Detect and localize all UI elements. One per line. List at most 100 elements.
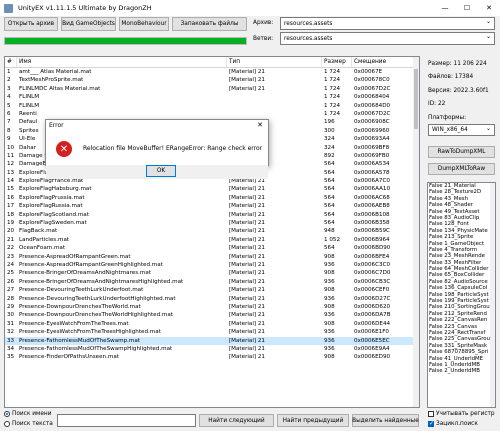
table-cell: 0x0006A578 <box>354 169 390 176</box>
table-cell: [Material] 21 <box>229 245 265 252</box>
table-cell: FlagBack.mat <box>19 228 58 235</box>
table-row[interactable]: 5 FLINLM 1 724 0x000684D0 <box>5 102 419 110</box>
case-sensitive-checkbox[interactable] <box>428 411 434 417</box>
table-cell: [Material] 21 <box>229 337 265 344</box>
table-row[interactable]: 23 Presence-AspreadOfRampantGreen.mat [Mat… <box>5 253 419 261</box>
table-row[interactable]: 25 Presence-BringerOfDreamsAndNightmares.… <box>5 269 419 277</box>
pack-files-button[interactable]: Запаковать файлы <box>172 17 247 31</box>
col-header-index[interactable]: # <box>5 57 17 67</box>
search-text-radio[interactable] <box>4 421 10 427</box>
table-cell: 17 <box>7 203 15 210</box>
dialog-ok-button[interactable]: OK <box>146 165 176 177</box>
table-cell: 0x00069960 <box>354 127 390 134</box>
table-row[interactable]: 32 Presence-EyesWatchFromTheTreesHighligh… <box>5 328 419 336</box>
autoscroll-checkbox[interactable] <box>428 420 434 427</box>
close-button[interactable]: ✕ <box>478 0 500 16</box>
table-cell: 0x0006E9A4 <box>354 345 390 352</box>
table-cell: FLINLM <box>19 102 40 109</box>
table-row[interactable]: 17 ExploreFlagRussia.mat [Material] 21 564 0… <box>5 202 419 210</box>
table-cell: 1 724 <box>324 110 341 117</box>
table-cell: [Material] 21 <box>229 287 265 294</box>
list-item[interactable]: False 687078895_Spri <box>428 349 495 355</box>
table-row[interactable]: 24 Presence-AspreadOfRampantGreenHighligh… <box>5 261 419 269</box>
file-grid[interactable]: # Имя Тип Размер Смещение 1 amt___ Atlas … <box>4 56 420 408</box>
raw-to-dumpxml-button[interactable]: RawToDumpXML <box>428 146 495 158</box>
grid-scroll-thumb[interactable] <box>414 69 418 129</box>
table-row[interactable]: 33 Presence-FathomlessMudOfTheSwamp.mat [M… <box>5 336 419 345</box>
find-prev-button[interactable]: Найти предыдущий <box>277 414 349 427</box>
archive-select[interactable]: resources.assets ⌄ <box>280 17 495 30</box>
table-row[interactable]: 27 Presence-DevouringTeethLurkUnderfoot.m… <box>5 286 419 294</box>
minimize-button[interactable]: — <box>434 0 456 16</box>
table-cell: 908 <box>324 320 335 327</box>
col-header-name[interactable]: Имя <box>17 57 227 67</box>
platform-select[interactable]: WIN_x86_64 ⌄ <box>428 124 495 136</box>
table-cell: 0x0006DA7B <box>354 312 391 319</box>
table-cell: 2 <box>7 77 11 84</box>
table-row[interactable]: 15 ExploreFlagHabsburg.mat [Material] 21 56… <box>5 185 419 193</box>
grid-scrollbar[interactable] <box>413 57 419 407</box>
table-row[interactable]: 34 Presence-FathomlessMudOfTheSwampHighli… <box>5 345 419 353</box>
table-cell: 3 <box>7 85 11 92</box>
type-filter-list[interactable]: False 21_Material False 28_Texture2D False… <box>427 182 496 408</box>
table-cell: 0x0006CEF0 <box>354 287 390 294</box>
table-cell: 11 <box>7 152 15 159</box>
list-item[interactable]: False 2_UnderldMB <box>428 368 495 374</box>
table-row[interactable]: 26 Presence-BringerOfDreamsAndNightmaresH… <box>5 278 419 286</box>
search-input[interactable] <box>57 414 196 427</box>
table-cell: 23 <box>7 253 15 260</box>
table-cell: amt___ Atlas Material.mat <box>19 69 92 75</box>
table-row[interactable]: 20 FlagBack.mat [Material] 21 948 0x0006B59C <box>5 227 419 235</box>
col-header-offset[interactable]: Смещение <box>352 57 419 67</box>
table-row[interactable]: 18 ExploreFlagScotland.mat [Material] 21 56… <box>5 211 419 219</box>
find-next-button[interactable]: Найти следующий <box>199 414 274 427</box>
table-cell: 908 <box>324 354 335 361</box>
table-row[interactable]: 16 ExploreFlagPrussia.mat [Material] 21 564… <box>5 194 419 202</box>
table-row[interactable]: 2 TextMeshProSprite.mat [Material] 21 1 724… <box>5 76 419 84</box>
table-row[interactable]: 4 FLINLM 1 724 0x00068404 <box>5 93 419 101</box>
table-cell: TextMeshProSprite.mat <box>19 77 84 84</box>
list-item[interactable]: False 225_CanvasGrou <box>428 336 495 342</box>
search-names-radio[interactable] <box>4 411 10 417</box>
select-found-button[interactable]: Выделить найденные <box>352 414 419 427</box>
list-item[interactable]: False 23_MeshRende <box>428 253 495 259</box>
table-row[interactable]: 6 Reenti 1 724 0x00067D2C <box>5 110 419 118</box>
table-cell: 22 <box>7 245 15 252</box>
table-cell: 19 <box>7 220 15 227</box>
table-row[interactable]: 19 ExploreFlagSweden.mat [Material] 21 564 0… <box>5 219 419 227</box>
list-scrollbar[interactable] <box>490 183 495 407</box>
table-row[interactable]: 30 Presence-DownpourDrenchesTheWorldHighl… <box>5 311 419 319</box>
table-cell: 8 <box>7 127 11 134</box>
table-row[interactable]: 22 OceanFoam.mat [Material] 21 564 0x0006BD9… <box>5 244 419 252</box>
monobehaviour-button[interactable]: MonoBehaviour <box>119 17 169 31</box>
table-row[interactable]: 29 Presence-DownpourDrenchesTheWorld.mat [… <box>5 303 419 311</box>
table-row[interactable]: 31 Presence-EyesWatchFromTheTrees.mat [Mat… <box>5 320 419 328</box>
table-cell: [Material] 21 <box>229 220 265 227</box>
table-row[interactable]: 3 FLINLMDC Altas Material.mat [Material] 2… <box>5 85 419 93</box>
dialog-close-icon[interactable]: ✕ <box>257 121 263 129</box>
list-item[interactable]: False 222_CanvasRen <box>428 317 495 323</box>
table-row[interactable]: 1 amt___ Atlas Material.mat [Material] 21 1… <box>5 68 419 76</box>
table-cell: 936 <box>324 312 335 319</box>
table-row[interactable]: 28 Presence-DevouringTeethLurkUnderfootHi… <box>5 295 419 303</box>
list-item[interactable]: False 136_CapsuleCol <box>428 285 495 291</box>
table-cell: 0x00067E <box>354 69 383 75</box>
case-sensitive-label: Учитывать регистр <box>436 411 495 417</box>
table-row[interactable]: 21 LandParticles.mat [Material] 21 1 052 0x0… <box>5 236 419 244</box>
table-cell: [Material] 21 <box>229 203 265 210</box>
table-row[interactable]: 35 Presence-FinderOfPathsUnseen.mat [Mater… <box>5 353 419 361</box>
col-header-type[interactable]: Тип <box>227 57 322 67</box>
info-size: Размер: 11 206 224 <box>428 61 487 67</box>
dumpxml-to-raw-button[interactable]: DumpXMLToRaw <box>428 163 495 175</box>
table-cell: Presence-FathomlessMudOfTheSwamp.mat <box>19 337 140 344</box>
branches-label: Ветви: <box>253 36 274 42</box>
list-item[interactable]: False 210_SortingGrou <box>428 304 495 310</box>
col-header-size[interactable]: Размер <box>322 57 352 67</box>
table-cell: 0x0006B964 <box>354 236 390 243</box>
maximize-button[interactable]: ☐ <box>456 0 478 16</box>
view-gameobjects-button[interactable]: Вид GameObjects <box>61 17 116 31</box>
branches-select[interactable]: resources.assets ⌄ <box>280 32 495 45</box>
open-archive-button[interactable]: Открыть архив <box>4 17 58 31</box>
error-dialog: Error ✕ ✕ Relocation file MoveBuffer! ER… <box>45 119 269 179</box>
table-cell: 5 <box>7 102 11 109</box>
